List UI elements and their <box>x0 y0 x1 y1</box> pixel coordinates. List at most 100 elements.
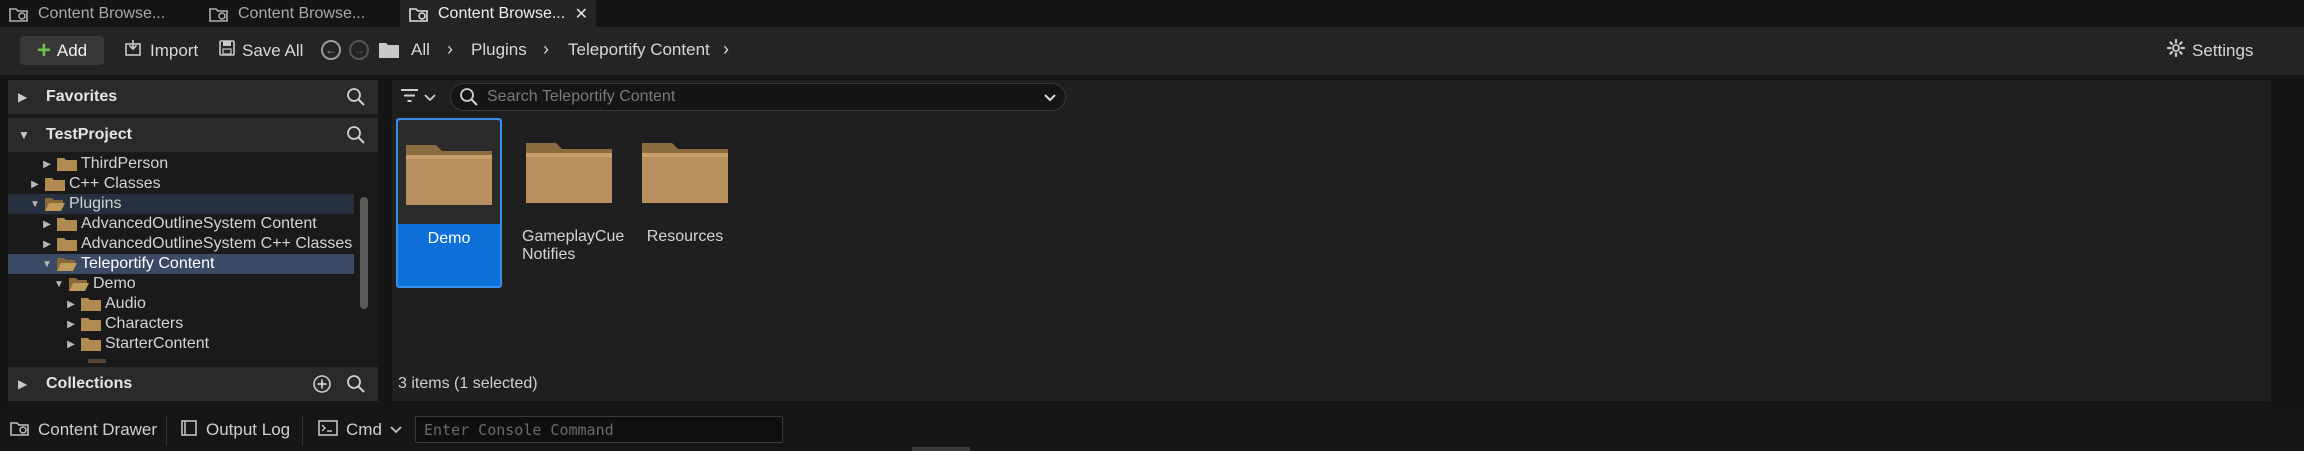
folder-icon <box>81 317 101 331</box>
asset-thumbnail <box>398 120 500 224</box>
chevron-right-icon[interactable]: › <box>723 39 729 60</box>
tree-item-plugins[interactable]: ▼ Plugins <box>8 194 354 214</box>
breadcrumb-all[interactable]: All <box>411 40 430 60</box>
filter-dropdown[interactable] <box>400 88 436 109</box>
settings-button[interactable]: Settings <box>2166 36 2253 65</box>
folder-icon <box>526 143 612 203</box>
divider <box>302 416 303 446</box>
triangle-right-icon: ▶ <box>31 178 39 190</box>
forward-button[interactable]: → <box>349 40 369 60</box>
item-count-status: 3 items (1 selected) <box>398 375 538 392</box>
tab-content-browser-2[interactable]: Content Browse... <box>200 0 400 27</box>
add-button-label: Add <box>56 40 88 60</box>
favorites-label: Favorites <box>46 88 118 105</box>
search-icon[interactable] <box>346 87 366 112</box>
content-drawer-button[interactable]: Content Drawer <box>10 418 157 442</box>
project-label: TestProject <box>46 126 132 143</box>
arrow-left-icon: ← <box>325 43 337 57</box>
folder-icon <box>81 337 101 351</box>
tree-item-characters[interactable]: ▶ Characters <box>8 314 354 334</box>
search-icon[interactable] <box>346 125 366 150</box>
save-all-label: Save All <box>242 40 304 60</box>
triangle-right-icon: ▶ <box>43 238 51 250</box>
back-button[interactable]: ← <box>321 40 341 60</box>
search-icon[interactable] <box>346 374 366 399</box>
filter-bar <box>392 80 2271 114</box>
settings-label: Settings <box>2192 40 2254 60</box>
folder-open-icon <box>57 257 77 271</box>
chevron-right-icon[interactable]: › <box>447 39 453 60</box>
search-bar[interactable] <box>450 83 1066 111</box>
collections-header[interactable]: ▶ Collections <box>8 367 378 401</box>
asset-view: Demo GameplayCue Notifies Resources 3 it… <box>392 80 2271 401</box>
asset-tile-resources[interactable]: Resources <box>632 118 738 288</box>
tab-label: Content Browse... <box>238 4 366 22</box>
content-browser-icon <box>408 5 430 23</box>
terminal-icon <box>318 419 338 442</box>
save-all-button[interactable]: Save All <box>218 36 303 65</box>
breadcrumb-teleportify-content[interactable]: Teleportify Content <box>568 40 710 60</box>
favorites-header[interactable]: ▶ Favorites <box>8 80 378 114</box>
tree-item-starter-content[interactable]: ▶ StarterContent <box>8 334 354 354</box>
asset-thumbnail <box>516 118 622 222</box>
output-log-button[interactable]: Output Log <box>180 418 290 442</box>
tree-item-advanced-outline-content[interactable]: ▶ AdvancedOutlineSystem Content <box>8 214 354 234</box>
chevron-down-icon <box>424 90 436 108</box>
folder-icon[interactable] <box>378 41 400 64</box>
search-icon <box>459 87 479 107</box>
resize-handle[interactable] <box>912 447 970 451</box>
folder-icon <box>45 177 65 191</box>
triangle-down-icon: ▼ <box>42 258 52 270</box>
tree-item-label: AdvancedOutlineSystem Content <box>81 215 317 232</box>
chevron-down-icon[interactable] <box>1043 91 1057 109</box>
tab-bar: Content Browse... Content Browse... Cont… <box>0 0 2304 27</box>
arrow-right-icon: → <box>353 43 365 57</box>
folder-icon <box>81 297 101 311</box>
save-icon <box>218 39 236 62</box>
triangle-right-icon: ▶ <box>18 90 28 104</box>
add-button[interactable]: + Add <box>20 36 104 65</box>
tree-item-demo[interactable]: ▼ Demo <box>8 274 354 294</box>
import-button[interactable]: Import <box>124 36 198 65</box>
triangle-down-icon: ▼ <box>30 198 40 210</box>
asset-tile-demo[interactable]: Demo <box>396 118 502 288</box>
cmd-label: Cmd <box>346 420 382 439</box>
tree-item-label: Plugins <box>69 195 122 212</box>
console-command-field[interactable] <box>415 416 783 443</box>
tree-item-thirdperson[interactable]: ▶ ThirdPerson <box>8 154 354 174</box>
tab-content-browser-1[interactable]: Content Browse... <box>0 0 200 27</box>
project-header[interactable]: ▼ TestProject <box>8 118 378 152</box>
cmd-dropdown[interactable]: Cmd <box>318 418 402 442</box>
add-collection-icon[interactable] <box>312 374 332 399</box>
asset-tile-gameplaycue-notifies[interactable]: GameplayCue Notifies <box>516 118 625 288</box>
toolbar: + Add Import Save All ← → All › Plugins … <box>0 27 2304 75</box>
tree-item-audio[interactable]: ▶ Audio <box>8 294 354 314</box>
search-input[interactable] <box>487 88 1027 106</box>
output-log-label: Output Log <box>206 420 291 439</box>
collections-label: Collections <box>46 375 133 392</box>
asset-label: GameplayCue Notifies <box>522 228 625 263</box>
tree-item-label: C++ Classes <box>69 175 161 192</box>
folder-icon <box>57 217 77 231</box>
tab-label: Content Browse... <box>438 4 566 22</box>
tree-item-label: ThirdPerson <box>81 155 169 172</box>
chevron-right-icon[interactable]: › <box>543 39 549 60</box>
status-bar: Content Drawer Output Log Cmd <box>0 409 2304 451</box>
import-label: Import <box>150 40 199 60</box>
close-icon[interactable]: ✕ <box>575 4 588 24</box>
folder-icon <box>57 157 77 171</box>
tree-item-advanced-outline-cpp[interactable]: ▶ AdvancedOutlineSystem C++ Classes <box>8 234 354 254</box>
sources-panel: ▶ Favorites ▼ TestProject ▶ ThirdPerson … <box>8 80 378 401</box>
tree-scrollbar[interactable] <box>360 197 368 309</box>
tree-item-cpp-classes[interactable]: ▶ C++ Classes <box>8 174 354 194</box>
chevron-down-icon <box>390 420 402 440</box>
folder-tree: ▶ ThirdPerson ▶ C++ Classes ▼ Plugins ▶ … <box>8 153 378 365</box>
tab-content-browser-3[interactable]: Content Browse... ✕ <box>400 0 596 27</box>
import-icon <box>124 39 144 62</box>
folder-icon <box>57 237 77 251</box>
console-input[interactable] <box>416 417 782 442</box>
tree-item-teleportify-content[interactable]: ▼ Teleportify Content <box>8 254 354 274</box>
breadcrumb-plugins[interactable]: Plugins <box>471 40 527 60</box>
tree-item-label: Teleportify Content <box>81 255 215 272</box>
triangle-down-icon: ▼ <box>54 278 64 290</box>
